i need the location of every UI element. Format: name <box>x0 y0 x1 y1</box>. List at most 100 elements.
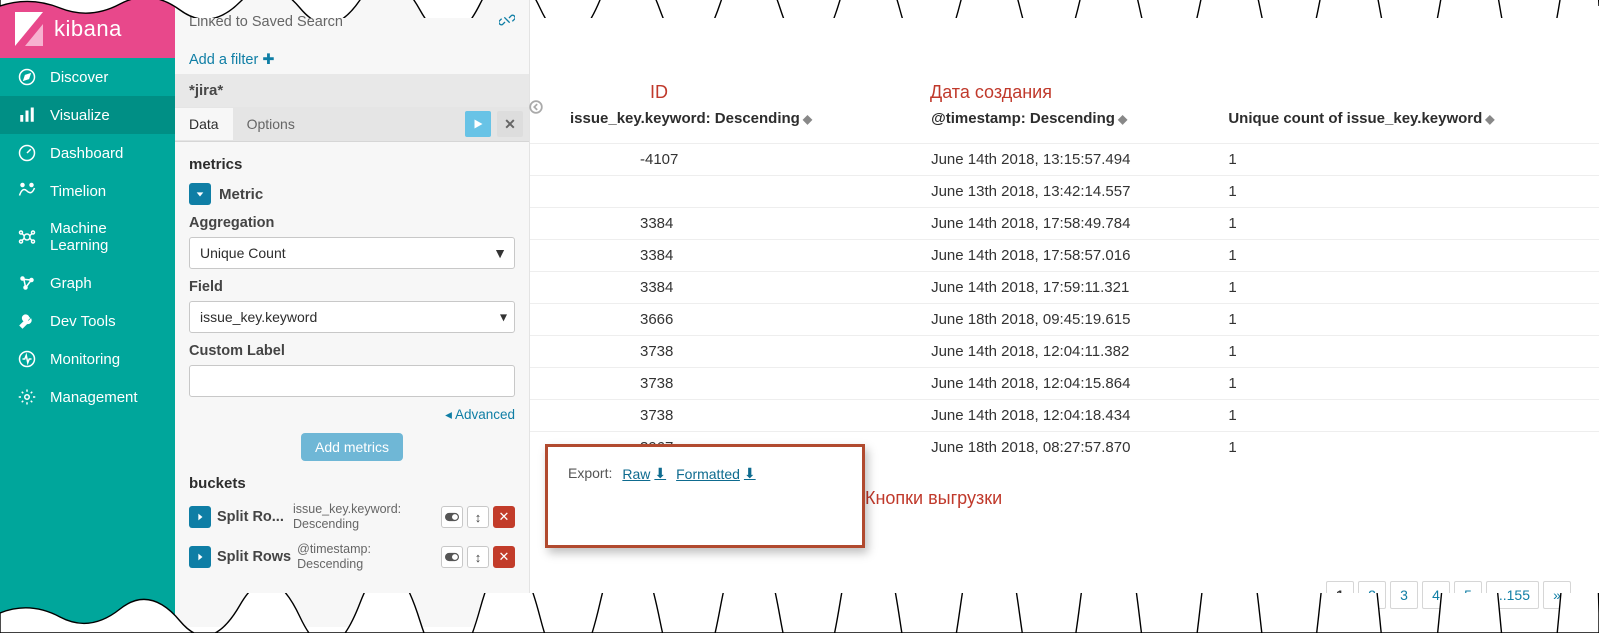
nav-label: Monitoring <box>50 351 120 368</box>
col-header-key[interactable]: issue_key.keyword: Descending◆ <box>530 100 917 144</box>
table-row[interactable]: 3384June 14th 2018, 17:58:49.7841 <box>530 208 1599 240</box>
table-row[interactable]: 3738June 14th 2018, 12:04:11.3821 <box>530 336 1599 368</box>
export-formatted-link[interactable]: Formatted ⬇ <box>676 465 756 482</box>
cell-key: 3384 <box>530 240 917 272</box>
annotation-id: ID <box>650 82 668 103</box>
kibana-logo-icon <box>12 12 46 46</box>
custom-label-input[interactable] <box>189 365 515 397</box>
cell-count: 1 <box>1214 432 1599 464</box>
metric-collapse-toggle[interactable] <box>189 183 211 205</box>
table-row[interactable]: -4107June 14th 2018, 13:15:57.4941 <box>530 144 1599 176</box>
cell-key: 3384 <box>530 272 917 304</box>
sidebar-item-timelion[interactable]: Timelion <box>0 172 175 210</box>
gauge-icon <box>18 144 36 162</box>
annotation-export: Кнопки выгрузки <box>865 488 1002 509</box>
cell-key: 3384 <box>530 208 917 240</box>
cell-count: 1 <box>1214 368 1599 400</box>
field-select[interactable]: issue_key.keyword <box>189 301 515 333</box>
bucket-row: Split Ro... issue_key.keyword: Descendin… <box>189 502 515 532</box>
bucket-name: Split Ro... <box>217 509 287 525</box>
bucket-toggle-button[interactable] <box>441 506 463 528</box>
page-next[interactable]: » <box>1543 581 1571 609</box>
aggregation-select[interactable]: Unique Count <box>189 237 515 269</box>
page-last[interactable]: ...155 <box>1486 581 1539 609</box>
page-5[interactable]: 5 <box>1454 581 1482 609</box>
col-header-count[interactable]: Unique count of issue_key.keyword◆ <box>1214 100 1599 144</box>
cell-ts: June 13th 2018, 13:42:14.557 <box>917 176 1214 208</box>
panel-tabs: Data Options ✕ <box>175 107 529 142</box>
sidebar-item-graph[interactable]: Graph <box>0 264 175 302</box>
bucket-row: Split Rows @timestamp: Descending ↕ ✕ <box>189 542 515 572</box>
index-pattern[interactable]: *jira* <box>175 74 529 107</box>
heartbeat-icon <box>18 350 36 368</box>
cell-count: 1 <box>1214 144 1599 176</box>
cell-ts: June 18th 2018, 09:45:19.615 <box>917 304 1214 336</box>
bucket-delete-button[interactable]: ✕ <box>493 506 515 528</box>
visualization-area: ID Дата создания Кнопки выгрузки issue_k… <box>530 0 1599 627</box>
tab-data[interactable]: Data <box>175 108 233 140</box>
cell-key: 3738 <box>530 336 917 368</box>
page-1[interactable]: 1 <box>1326 581 1354 609</box>
unlink-icon[interactable] <box>499 12 515 32</box>
cell-key: 3738 <box>530 368 917 400</box>
cell-key: 3666 <box>530 304 917 336</box>
bucket-summary: @timestamp: Descending <box>297 542 435 572</box>
cell-ts: June 14th 2018, 17:58:49.784 <box>917 208 1214 240</box>
sidebar-item-monitoring[interactable]: Monitoring <box>0 340 175 378</box>
advanced-toggle[interactable]: ◂ Advanced <box>189 407 515 423</box>
annotation-date: Дата создания <box>930 82 1052 103</box>
sort-icon: ◆ <box>1118 112 1127 126</box>
cell-ts: June 18th 2018, 08:27:57.870 <box>917 432 1214 464</box>
add-metrics-button[interactable]: Add metrics <box>301 433 403 461</box>
bucket-delete-button[interactable]: ✕ <box>493 546 515 568</box>
cell-key <box>530 176 917 208</box>
table-row[interactable]: 3384June 14th 2018, 17:59:11.3211 <box>530 272 1599 304</box>
col-header-ts[interactable]: @timestamp: Descending◆ <box>917 100 1214 144</box>
sidebar-item-management[interactable]: Management <box>0 378 175 416</box>
nav-label: Discover <box>50 69 108 86</box>
bucket-collapse-toggle[interactable] <box>189 546 211 568</box>
custom-label-label: Custom Label <box>189 343 515 359</box>
tab-options[interactable]: Options <box>233 108 309 140</box>
linked-search: Linked to Saved Search <box>189 12 515 32</box>
table-row[interactable]: June 13th 2018, 13:42:14.5571 <box>530 176 1599 208</box>
table-row[interactable]: 3738June 14th 2018, 12:04:18.4341 <box>530 400 1599 432</box>
sidebar-item-dashboard[interactable]: Dashboard <box>0 134 175 172</box>
table-row[interactable]: 3384June 14th 2018, 17:58:57.0161 <box>530 240 1599 272</box>
bucket-priority-button[interactable]: ↕ <box>467 546 489 568</box>
table-row[interactable]: 3666June 18th 2018, 09:45:19.6151 <box>530 304 1599 336</box>
metrics-heading: metrics <box>189 156 515 173</box>
nav-label: Management <box>50 389 138 406</box>
export-raw-link[interactable]: Raw ⬇ <box>622 465 666 482</box>
sidebar-item-visualize[interactable]: Visualize <box>0 96 175 134</box>
nav-label: Machine Learning <box>50 220 157 254</box>
logo-bar[interactable]: kibana <box>0 0 175 58</box>
sidebar-item-ml[interactable]: Machine Learning <box>0 210 175 264</box>
cell-ts: June 14th 2018, 17:58:57.016 <box>917 240 1214 272</box>
pagination: 1 2 3 4 5 ...155 » <box>1326 581 1571 609</box>
nav-label: Timelion <box>50 183 106 200</box>
page-2[interactable]: 2 <box>1358 581 1386 609</box>
export-label: Export: <box>568 465 612 481</box>
linked-search-text: Linked to Saved Search <box>189 14 343 30</box>
nav-label: Dashboard <box>50 145 123 162</box>
export-callout: Export: Raw ⬇ Formatted ⬇ <box>545 444 865 548</box>
bucket-name: Split Rows <box>217 549 291 565</box>
nav-label: Visualize <box>50 107 110 124</box>
apply-changes-button[interactable] <box>465 111 491 137</box>
sidebar-item-discover[interactable]: Discover <box>0 58 175 96</box>
page-3[interactable]: 3 <box>1390 581 1418 609</box>
cell-count: 1 <box>1214 272 1599 304</box>
discard-changes-button[interactable]: ✕ <box>497 111 523 137</box>
bucket-collapse-toggle[interactable] <box>189 506 211 528</box>
add-filter-label: Add a filter <box>189 52 258 68</box>
table-row[interactable]: 3738June 14th 2018, 12:04:15.8641 <box>530 368 1599 400</box>
page-4[interactable]: 4 <box>1422 581 1450 609</box>
bucket-priority-button[interactable]: ↕ <box>467 506 489 528</box>
add-filter-button[interactable]: Add a filter ✚ <box>189 52 274 68</box>
cell-count: 1 <box>1214 336 1599 368</box>
cell-key: 3738 <box>530 400 917 432</box>
cell-ts: June 14th 2018, 12:04:11.382 <box>917 336 1214 368</box>
bucket-toggle-button[interactable] <box>441 546 463 568</box>
sidebar-item-devtools[interactable]: Dev Tools <box>0 302 175 340</box>
